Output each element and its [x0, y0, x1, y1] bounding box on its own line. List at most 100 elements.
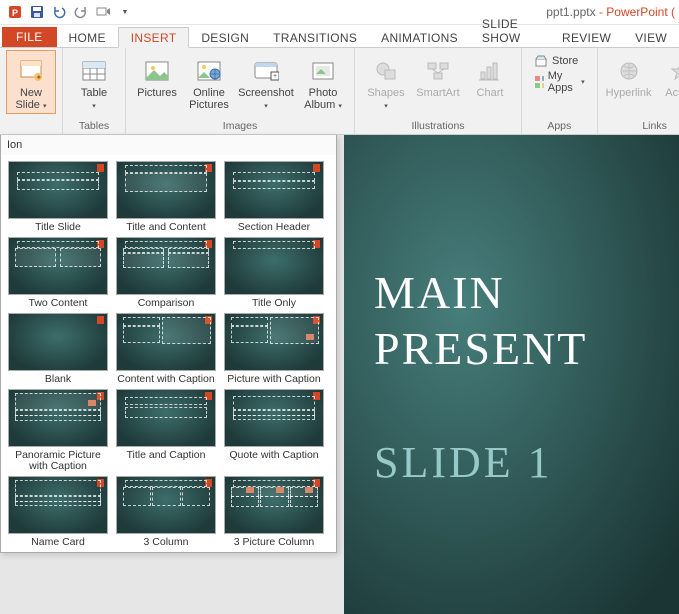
group-label-illustrations: Illustrations: [361, 120, 515, 134]
window-title: ppt1.pptx - PowerPoint (: [136, 5, 679, 19]
shapes-icon: [373, 55, 399, 87]
chart-icon: [477, 55, 503, 87]
layout-section-header[interactable]: Section Header: [221, 161, 327, 233]
layout-thumb: [116, 389, 216, 447]
layout-label: Name Card: [31, 537, 85, 548]
layout-two-content[interactable]: Two Content: [5, 237, 111, 309]
layout-thumb: [224, 389, 324, 447]
chart-label: Chart: [477, 87, 504, 99]
layout-label: Title Slide: [35, 222, 81, 233]
tab-review[interactable]: REVIEW: [550, 28, 623, 47]
layout-thumb: [224, 237, 324, 295]
slide-subtitle: SLIDE 1: [374, 437, 679, 488]
group-label-tables: Tables: [69, 120, 119, 134]
layout-3-column[interactable]: 3 Column: [113, 476, 219, 548]
layout-thumb: [8, 161, 108, 219]
table-button[interactable]: Table▾: [69, 50, 119, 114]
layout-quote-caption[interactable]: Quote with Caption: [221, 389, 327, 472]
layout-blank[interactable]: Blank: [5, 313, 111, 385]
chart-button[interactable]: Chart: [465, 50, 515, 100]
new-slide-icon: ✦: [18, 55, 44, 87]
qat-dropdown-icon[interactable]: ▼: [114, 1, 136, 23]
layout-label: Picture with Caption: [227, 374, 320, 385]
tab-home[interactable]: HOME: [57, 28, 118, 47]
smartart-button[interactable]: SmartArt: [413, 50, 463, 100]
hyperlink-button[interactable]: Hyperlink: [604, 50, 654, 100]
pictures-button[interactable]: Pictures: [132, 50, 182, 100]
ribbon-group-slides: ✦ New Slide ▾: [0, 48, 63, 134]
online-pictures-icon: [196, 55, 222, 87]
slide-canvas[interactable]: MAIN PRESENT SLIDE 1: [344, 135, 679, 614]
layout-label: Title and Content: [126, 222, 206, 233]
svg-text:P: P: [12, 8, 18, 18]
group-label-links: Links: [604, 120, 679, 134]
tab-slideshow[interactable]: SLIDE SHOW: [470, 14, 550, 47]
tab-transitions[interactable]: TRANSITIONS: [261, 28, 369, 47]
layout-thumb: [8, 237, 108, 295]
layout-thumb: [8, 389, 108, 447]
store-icon: [534, 54, 548, 68]
screenshot-label: Screenshot▾: [238, 87, 294, 113]
new-slide-button[interactable]: ✦ New Slide ▾: [6, 50, 56, 114]
layout-comparison[interactable]: Comparison: [113, 237, 219, 309]
ribbon-group-illustrations: Shapes▾ SmartArt Chart Illustrations: [355, 48, 522, 134]
layout-panoramic[interactable]: Panoramic Picture with Caption: [5, 389, 111, 472]
app-icon[interactable]: P: [4, 1, 26, 23]
photo-album-label: Photo Album ▾: [304, 87, 342, 113]
undo-icon[interactable]: [48, 1, 70, 23]
photo-album-button[interactable]: Photo Album ▾: [298, 50, 348, 114]
tab-view[interactable]: VIEW: [623, 28, 679, 47]
ribbon-group-apps: Store My Apps ▾ Apps: [522, 48, 598, 134]
action-button[interactable]: Action: [656, 50, 679, 100]
my-apps-button[interactable]: My Apps ▾: [534, 70, 585, 94]
layout-3-picture-column[interactable]: 3 Picture Column: [221, 476, 327, 548]
save-icon[interactable]: [26, 1, 48, 23]
my-apps-icon: [534, 75, 544, 89]
pictures-icon: [144, 55, 170, 87]
layout-label: Title and Caption: [127, 450, 206, 461]
layout-thumb: [116, 237, 216, 295]
layout-thumb: [8, 313, 108, 371]
ribbon-tabs: FILE HOME INSERT DESIGN TRANSITIONS ANIM…: [0, 25, 679, 47]
store-button[interactable]: Store: [534, 54, 585, 68]
layout-label: Section Header: [238, 222, 310, 233]
layout-name-card[interactable]: Name Card: [5, 476, 111, 548]
layout-label: Blank: [45, 374, 71, 385]
hyperlink-icon: [616, 55, 642, 87]
layout-content-caption[interactable]: Content with Caption: [113, 313, 219, 385]
photo-album-icon: [310, 55, 336, 87]
online-pictures-label: Online Pictures: [189, 87, 229, 111]
shapes-button[interactable]: Shapes▾: [361, 50, 411, 114]
online-pictures-button[interactable]: Online Pictures: [184, 50, 234, 112]
layout-label: Comparison: [138, 298, 195, 309]
layout-picture-caption[interactable]: Picture with Caption: [221, 313, 327, 385]
quick-access-toolbar: P ▼: [0, 1, 136, 23]
ribbon-group-images: Pictures Online Pictures + Screenshot▾ P…: [126, 48, 355, 134]
layout-title-only[interactable]: Title Only: [221, 237, 327, 309]
layout-title-caption[interactable]: Title and Caption: [113, 389, 219, 472]
action-label: Action: [665, 87, 679, 99]
start-from-beginning-icon[interactable]: [92, 1, 114, 23]
layout-thumb: [116, 476, 216, 534]
layout-label: 3 Picture Column: [234, 537, 315, 548]
layout-label: 3 Column: [144, 537, 189, 548]
screenshot-icon: +: [253, 55, 279, 87]
layout-title-content[interactable]: Title and Content: [113, 161, 219, 233]
tab-insert[interactable]: INSERT: [118, 27, 190, 48]
layout-label: Panoramic Picture with Caption: [8, 450, 108, 472]
tab-design[interactable]: DESIGN: [189, 28, 261, 47]
ribbon-group-links: Hyperlink Action Links: [598, 48, 679, 134]
svg-text:+: +: [273, 73, 277, 80]
layout-title-slide[interactable]: Title Slide: [5, 161, 111, 233]
screenshot-button[interactable]: + Screenshot▾: [236, 50, 296, 114]
tab-animations[interactable]: ANIMATIONS: [369, 28, 470, 47]
content-area: Ion Title SlideTitle and ContentSection …: [0, 135, 679, 614]
redo-icon[interactable]: [70, 1, 92, 23]
tab-file[interactable]: FILE: [2, 27, 57, 47]
table-icon: [81, 55, 107, 87]
layout-thumb: [224, 161, 324, 219]
pictures-label: Pictures: [137, 87, 177, 99]
layout-gallery: Ion Title SlideTitle and ContentSection …: [0, 135, 337, 553]
layout-thumb: [116, 313, 216, 371]
new-slide-label: New Slide ▾: [15, 87, 46, 113]
